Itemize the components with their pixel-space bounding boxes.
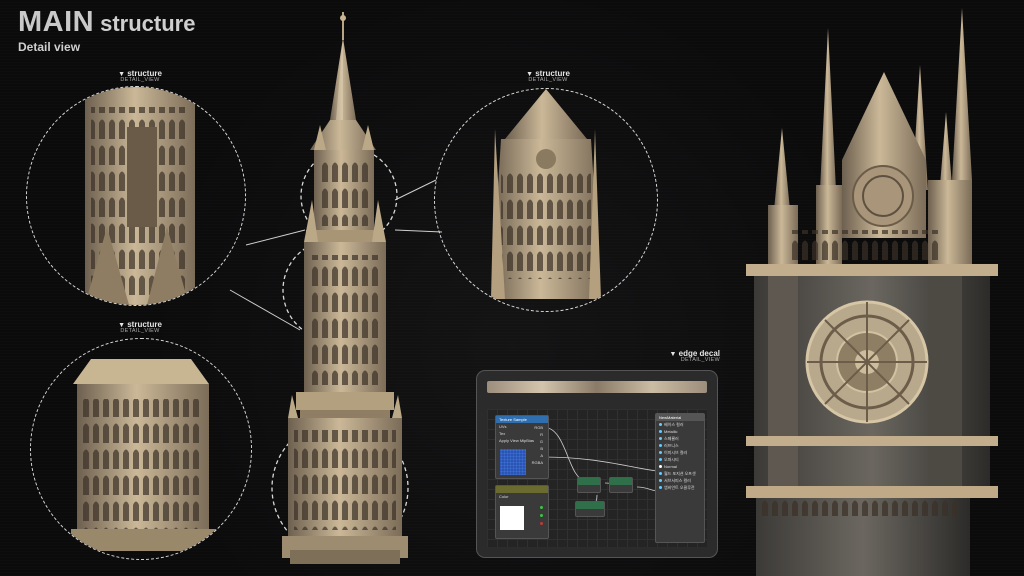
math-node[interactable] xyxy=(577,477,601,493)
constant-color-node[interactable]: Color xyxy=(495,485,549,539)
output-input[interactable]: 서브서피스 컬러 xyxy=(664,478,691,483)
edge-decal-preview xyxy=(487,381,707,393)
node-output[interactable]: R xyxy=(529,431,546,438)
output-pin[interactable] xyxy=(540,514,543,517)
zoom-detail-top-right xyxy=(491,89,601,299)
node-output[interactable]: G xyxy=(529,438,546,445)
output-pin[interactable] xyxy=(540,522,543,525)
output-input[interactable]: 오파시티 xyxy=(664,457,679,462)
texture-thumbnail xyxy=(500,449,526,475)
output-input[interactable]: 스페큘러 xyxy=(664,436,679,441)
node-title: NewMaterial xyxy=(656,414,704,421)
output-input[interactable]: 베이스 컬러 xyxy=(664,422,684,427)
node-output[interactable]: B xyxy=(529,445,546,452)
node-title xyxy=(496,486,548,493)
zoom-circle-top-right xyxy=(434,88,658,312)
zoom-circle-top-left xyxy=(26,86,246,306)
texture-sample-node[interactable]: Texture Sample UVs Tex Apply View MipBia… xyxy=(495,415,549,479)
output-input[interactable]: 이미시브 컬러 xyxy=(664,450,687,455)
math-node[interactable] xyxy=(575,501,605,517)
output-input[interactable]: 앰비언트 오클루전 xyxy=(664,485,695,490)
output-input[interactable]: Normal xyxy=(664,464,677,469)
output-input[interactable]: Metallic xyxy=(664,429,678,434)
zoom-detail-bottom-left xyxy=(71,359,217,551)
tower-model xyxy=(746,8,998,576)
node-output[interactable]: RGB xyxy=(529,424,546,431)
node-graph-canvas[interactable]: Texture Sample UVs Tex Apply View MipBia… xyxy=(487,409,707,547)
spire-model xyxy=(282,12,408,564)
output-input[interactable]: 월드 포지션 오프셋 xyxy=(664,471,696,476)
material-output-node[interactable]: NewMaterial 베이스 컬러 Metallic 스페큘러 러프니스 이미… xyxy=(655,413,705,543)
material-editor-panel[interactable]: Texture Sample UVs Tex Apply View MipBia… xyxy=(477,371,717,557)
node-output[interactable]: RGBA xyxy=(529,459,546,466)
color-swatch xyxy=(500,506,524,530)
node-output[interactable]: A xyxy=(529,452,546,459)
output-input[interactable]: 러프니스 xyxy=(664,443,679,448)
zoom-detail-top-left xyxy=(85,87,195,305)
output-pin[interactable] xyxy=(540,506,543,509)
zoom-circle-bottom-left xyxy=(30,338,252,560)
node-input[interactable]: Color xyxy=(496,493,548,500)
math-node[interactable] xyxy=(609,477,633,493)
node-title: Texture Sample xyxy=(496,416,548,423)
